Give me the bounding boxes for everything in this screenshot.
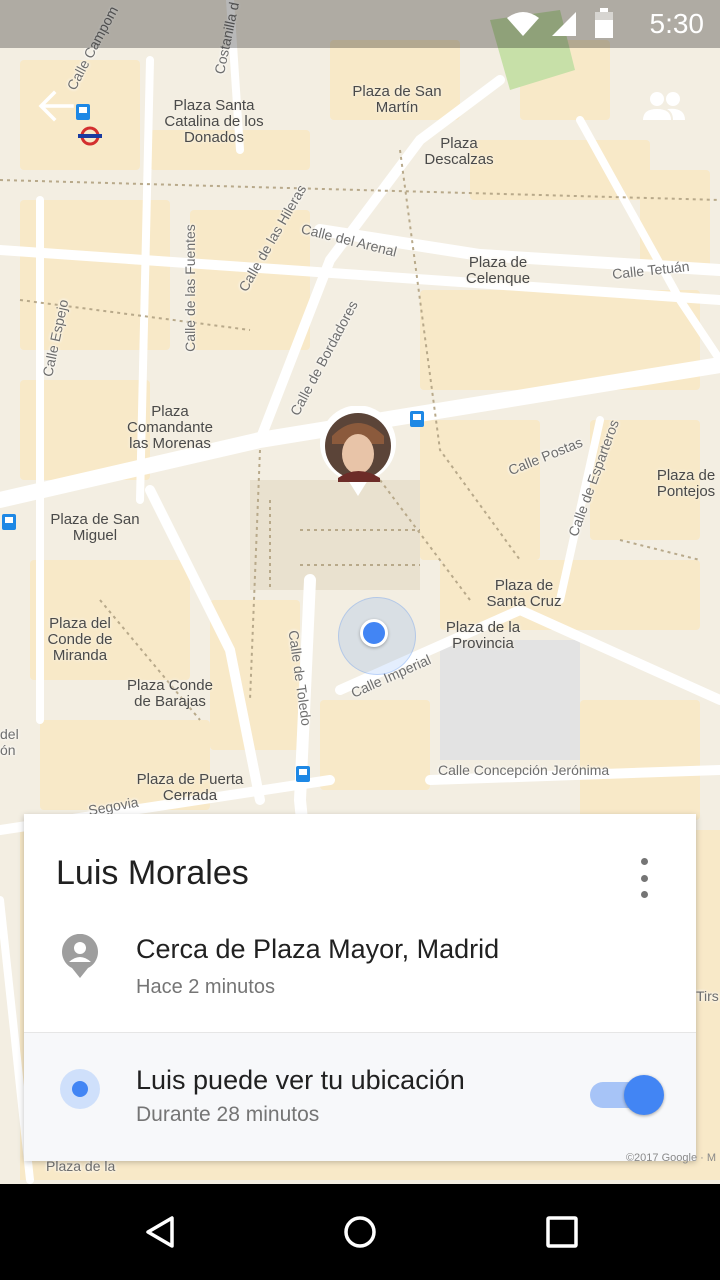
more-options-button[interactable] <box>632 858 656 898</box>
street-label: Calle de las Fuentes <box>181 224 198 352</box>
people-icon <box>643 92 685 120</box>
place-label: Plaza Comandante las Morenas <box>127 403 213 452</box>
sharing-dot-icon <box>60 1069 100 1109</box>
navigation-bar <box>0 1184 720 1280</box>
place-label: Plaza de San Martín <box>352 83 442 116</box>
back-button[interactable] <box>28 78 84 134</box>
battery-icon <box>595 8 613 38</box>
nav-recents-button[interactable] <box>532 1202 592 1262</box>
location-title: Cerca de Plaza Mayor, Madrid <box>136 934 500 964</box>
home-circle-icon <box>344 1216 376 1248</box>
street-label: Tirs <box>696 988 719 1004</box>
place-label: Plaza del Conde de Miranda <box>47 615 113 664</box>
place-label: Plaza de Celenque <box>465 254 531 287</box>
street-label: del <box>0 726 19 742</box>
street-label: Calle Concepción Jerónima <box>438 762 610 778</box>
person-pin-icon <box>62 934 98 978</box>
place-label: Plaza Descalzas <box>424 135 494 168</box>
map-copyright: ©2017 Google · M <box>625 1152 716 1164</box>
place-label: Plaza Conde de Barajas <box>127 677 213 710</box>
status-bar: 5:30 <box>0 0 720 48</box>
status-time: 5:30 <box>649 8 705 39</box>
place-label: Plaza de Pontejos <box>656 467 716 500</box>
bus-stop-icon <box>410 411 424 427</box>
place-label: Plaza Santa Catalina de los Donados <box>164 97 264 146</box>
arrow-back-icon <box>38 90 74 122</box>
place-label: Plaza de la Provincia <box>445 619 521 652</box>
friend-info-card: Luis Morales Cerca de Plaza Mayor, Madri… <box>24 814 696 1161</box>
sharing-title: Luis puede ver tu ubicación <box>136 1065 465 1095</box>
place-label: Plaza de Puerta Cerrada <box>136 771 244 804</box>
street-label: ón <box>0 742 16 758</box>
more-vert-icon <box>640 858 648 865</box>
place-label: Plaza de Santa Cruz <box>486 577 562 610</box>
location-sharing-row[interactable]: Luis puede ver tu ubicación Durante 28 m… <box>24 1032 696 1161</box>
signal-icon <box>552 12 576 36</box>
back-triangle-icon <box>146 1216 174 1248</box>
sharing-duration: Durante 28 minutos <box>136 1103 320 1126</box>
location-time: Hace 2 minutos <box>136 976 275 998</box>
bus-stop-icon <box>296 766 310 782</box>
wifi-icon <box>507 12 539 36</box>
recents-square-icon <box>546 1216 578 1248</box>
my-location-dot <box>360 619 388 647</box>
friend-avatar-pin[interactable] <box>318 406 398 498</box>
nav-back-button[interactable] <box>130 1202 190 1262</box>
nav-home-button[interactable] <box>330 1202 390 1262</box>
people-button[interactable] <box>636 78 692 134</box>
friend-name: Luis Morales <box>56 854 249 892</box>
bus-stop-icon <box>2 514 16 530</box>
place-label: Plaza de San Miguel <box>50 511 140 544</box>
sharing-toggle[interactable] <box>590 1075 666 1115</box>
